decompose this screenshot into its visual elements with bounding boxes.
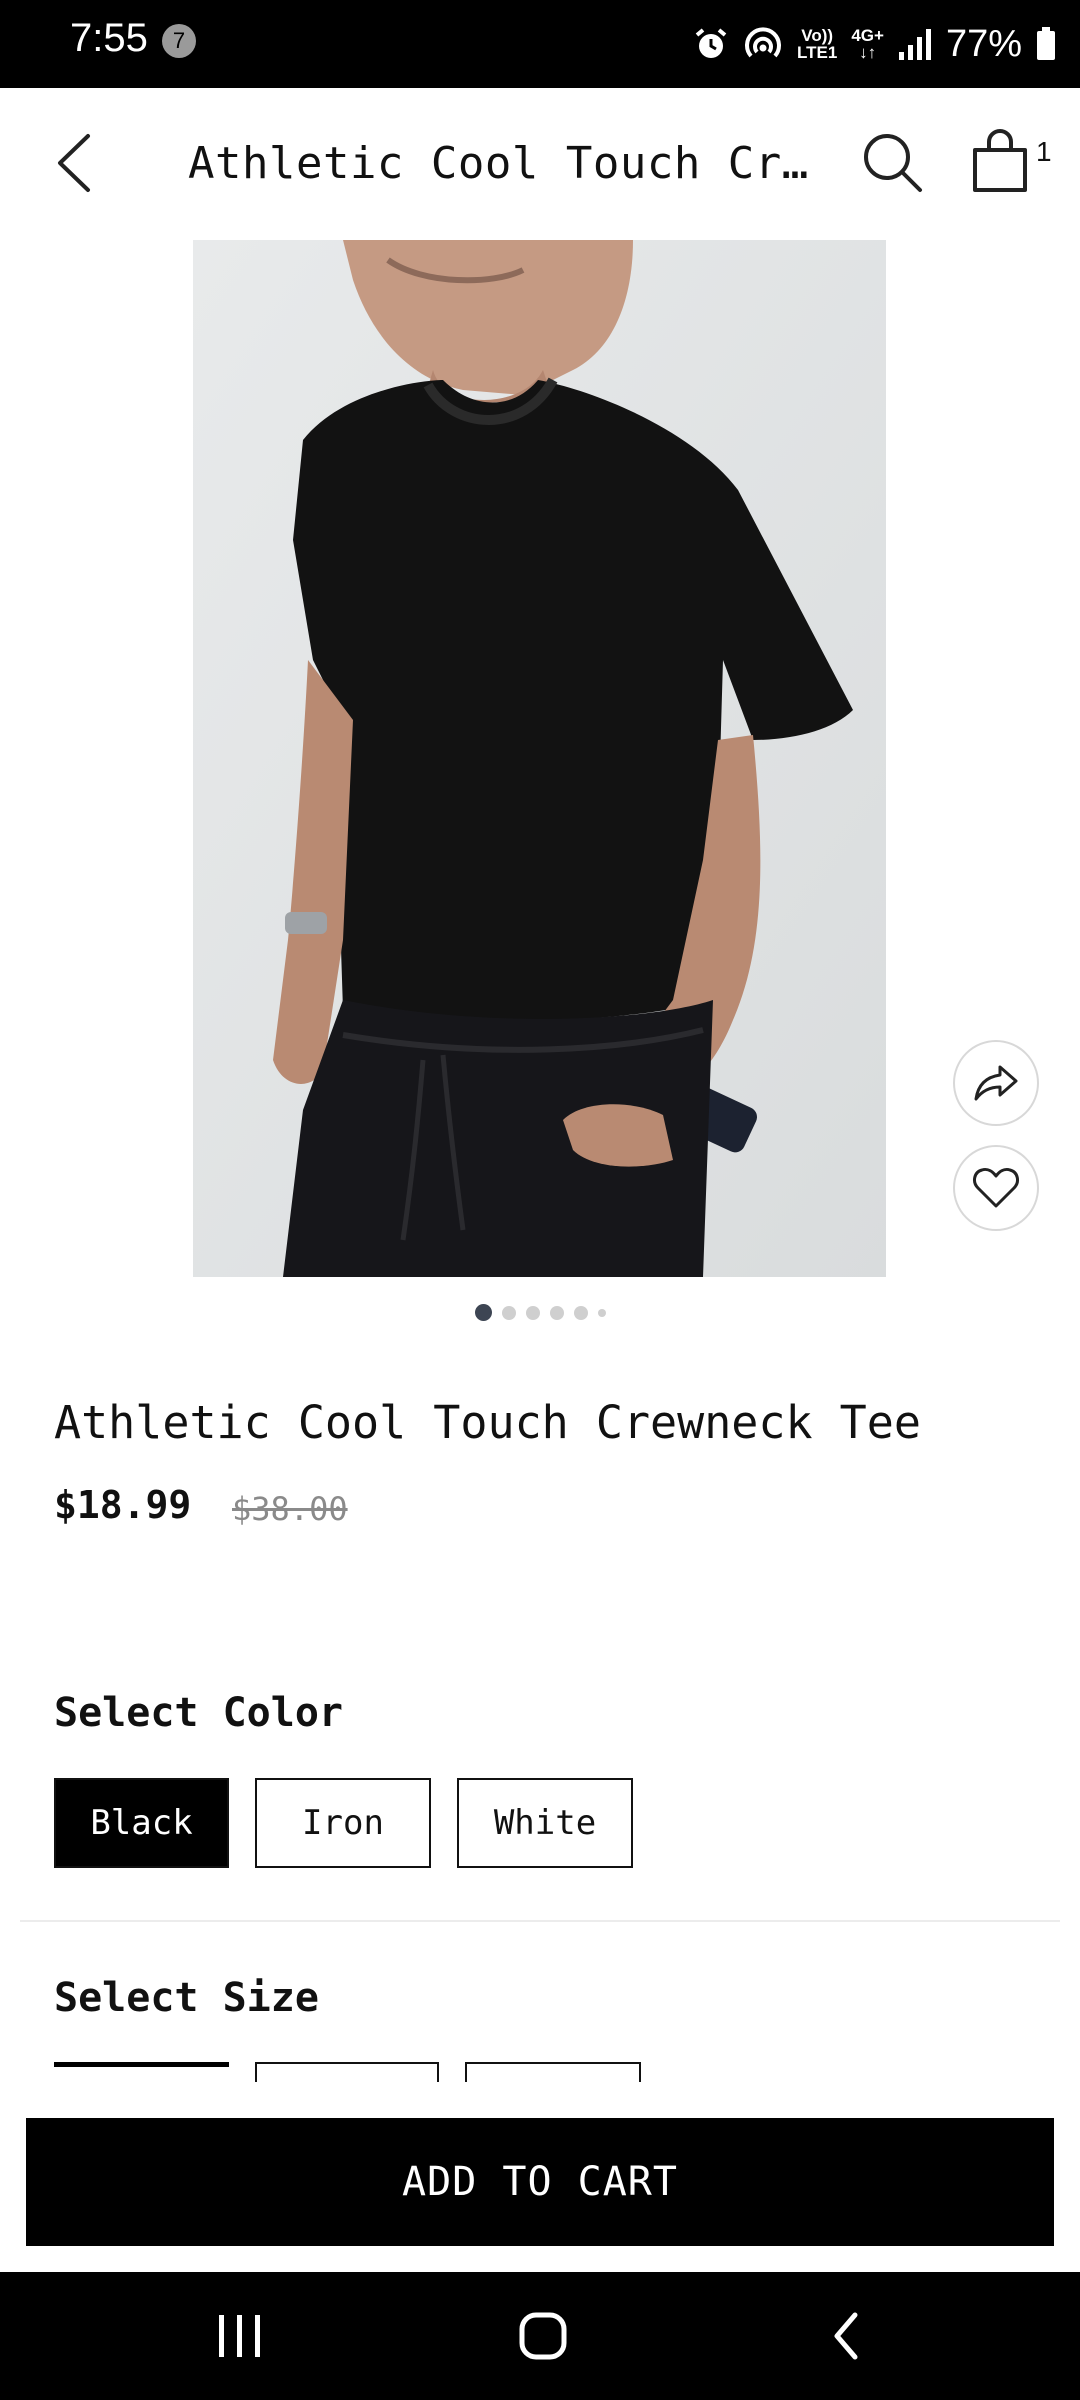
battery-icon — [1037, 27, 1055, 60]
color-option-iron[interactable]: Iron — [255, 1778, 431, 1868]
chevron-left-icon — [58, 134, 90, 192]
chevron-left-icon — [834, 2312, 858, 2360]
carousel-dot[interactable] — [501, 1305, 516, 1320]
search-icon — [864, 134, 922, 192]
system-back-button[interactable] — [776, 2272, 916, 2400]
section-divider — [20, 1920, 1060, 1922]
page-title: Athletic Cool Touch Crewneck Tee — [188, 138, 828, 189]
carousel-dot[interactable] — [597, 1308, 606, 1317]
share-icon — [974, 1065, 1018, 1101]
original-price: $38.00 — [232, 1490, 348, 1528]
sale-price: $18.99 — [54, 1483, 192, 1527]
back-button[interactable] — [52, 130, 98, 196]
product-name: Athletic Cool Touch Crewneck Tee — [54, 1396, 921, 1449]
status-icons: Vo)) LTE1 4G+ ↓↑ 77% — [693, 14, 1056, 74]
size-option[interactable] — [255, 2062, 439, 2082]
network-type-indicator: 4G+ ↓↑ — [851, 26, 884, 62]
system-navigation-bar — [0, 2272, 1080, 2400]
status-time: 7:55 — [70, 16, 148, 60]
home-button[interactable] — [473, 2272, 613, 2400]
color-option-white[interactable]: White — [457, 1778, 633, 1868]
size-option[interactable] — [54, 2062, 229, 2082]
recent-apps-icon — [219, 2315, 260, 2357]
recent-apps-button[interactable] — [170, 2272, 310, 2400]
app-header: Athletic Cool Touch Crewneck Tee 1 — [0, 88, 1080, 238]
shopping-bag-icon — [973, 129, 1027, 192]
add-to-cart-button[interactable]: ADD TO CART — [26, 2118, 1054, 2246]
cart-button[interactable] — [970, 128, 1030, 194]
wishlist-button[interactable] — [953, 1145, 1039, 1231]
color-option-black[interactable]: Black — [54, 1778, 229, 1868]
hotspot-icon — [745, 27, 781, 58]
share-button[interactable] — [953, 1040, 1039, 1126]
signal-icon — [898, 29, 931, 60]
carousel-dot-active[interactable] — [474, 1304, 492, 1321]
carousel-dot[interactable] — [573, 1305, 588, 1320]
cart-count-badge: 1 — [1036, 136, 1052, 167]
search-button[interactable] — [860, 130, 926, 196]
alarm-icon — [695, 28, 727, 58]
volte-indicator: Vo)) LTE1 — [797, 26, 838, 62]
status-bar: 7:55 7 Vo)) LTE1 4G+ ↓↑ 77% — [0, 0, 1080, 88]
data-arrows-icon: ↓↑ — [859, 43, 877, 62]
carousel-dot[interactable] — [549, 1305, 564, 1320]
battery-percentage: 77% — [945, 22, 1022, 65]
select-size-heading: Select Size — [54, 1975, 319, 2021]
home-icon — [519, 2312, 567, 2360]
size-option[interactable] — [465, 2062, 641, 2082]
select-color-heading: Select Color — [54, 1690, 343, 1736]
product-photo — [193, 240, 886, 1277]
heart-icon — [973, 1168, 1019, 1208]
carousel-dot[interactable] — [525, 1305, 540, 1320]
product-image[interactable] — [193, 240, 886, 1277]
image-carousel-indicator — [0, 1304, 1080, 1321]
notification-count-badge: 7 — [162, 24, 196, 58]
